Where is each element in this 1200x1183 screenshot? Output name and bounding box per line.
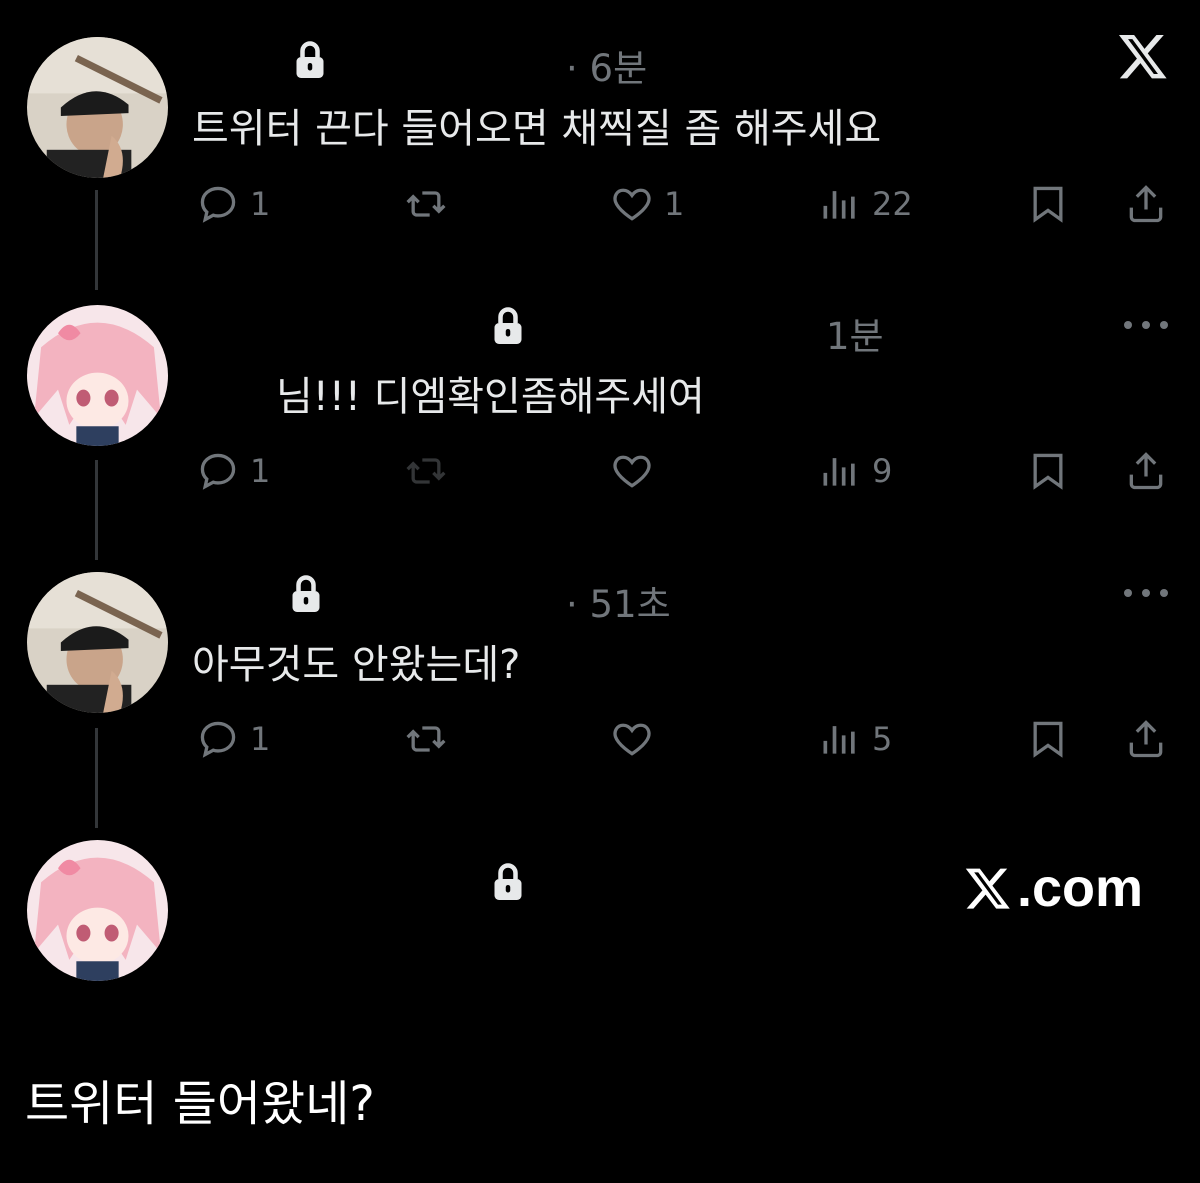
reply-icon [200,186,236,223]
x-logo-icon [965,868,1010,909]
like-button[interactable] [610,709,664,769]
retweet-icon [406,191,446,217]
lock-icon [490,862,526,902]
share-icon [1129,720,1163,758]
reply-icon [200,453,236,490]
user-avatar[interactable] [27,305,168,446]
reply-count: 1 [250,720,271,758]
lock-icon [292,40,328,80]
like-count: 1 [664,185,685,223]
reply-count: 1 [250,185,271,223]
views-icon [823,726,855,754]
tweet-text: 트위터 끈다 들어오면 채찍질 좀 해주세요 [192,106,882,152]
more-options-button[interactable] [1124,583,1168,603]
bookmark-button[interactable] [1026,174,1070,234]
like-button[interactable]: 1 [610,174,684,234]
heart-icon [613,455,651,488]
views-count: 9 [872,452,893,490]
user-avatar[interactable] [27,37,168,178]
retweet-button[interactable] [404,709,458,769]
views-button[interactable]: 9 [818,441,892,501]
reply-count: 1 [250,452,271,490]
x-com-watermark: .com [963,858,1143,918]
views-icon [823,191,855,219]
tweet-timestamp[interactable]: · 6분 [566,38,647,92]
tweet-actions: 1 9 [0,441,1200,501]
bookmark-button[interactable] [1026,441,1070,501]
heart-icon [613,188,651,221]
tweet-text: 님!!! 디엠확인좀해주세여 [276,374,705,420]
bookmark-icon [1033,186,1063,223]
caption-text: 트위터 들어왔네? [25,1076,375,1132]
more-options-button[interactable] [1124,315,1168,335]
user-avatar[interactable] [27,572,168,713]
views-count: 22 [872,185,913,223]
share-icon [1129,185,1163,223]
bookmark-icon [1033,453,1063,490]
views-button[interactable]: 22 [818,174,913,234]
reply-button[interactable]: 1 [196,441,270,501]
lock-icon [288,574,324,614]
views-button[interactable]: 5 [818,709,892,769]
x-logo-icon [1116,30,1170,82]
tweet-timestamp[interactable]: · 51초 [566,574,671,628]
tweet-actions: 1 1 22 [0,174,1200,234]
retweet-icon [406,726,446,752]
like-button[interactable] [610,441,664,501]
bookmark-icon [1033,721,1063,758]
lock-icon [490,306,526,346]
share-icon [1129,452,1163,490]
tweet-timestamp[interactable]: 1분 [826,306,884,360]
views-count: 5 [872,720,893,758]
share-button[interactable] [1124,709,1168,769]
tweet-text: 아무것도 안왔는데? [192,642,521,688]
reply-button[interactable]: 1 [196,709,270,769]
retweet-icon [406,458,446,484]
reply-button[interactable]: 1 [196,174,270,234]
tweet-actions: 1 5 [0,709,1200,769]
share-button[interactable] [1124,441,1168,501]
user-avatar[interactable] [27,840,168,981]
bookmark-button[interactable] [1026,709,1070,769]
retweet-button[interactable] [404,174,458,234]
watermark-label: .com [1017,858,1144,918]
views-icon [823,458,855,486]
share-button[interactable] [1124,174,1168,234]
heart-icon [613,723,651,756]
retweet-button[interactable] [404,441,458,501]
reply-icon [200,721,236,758]
